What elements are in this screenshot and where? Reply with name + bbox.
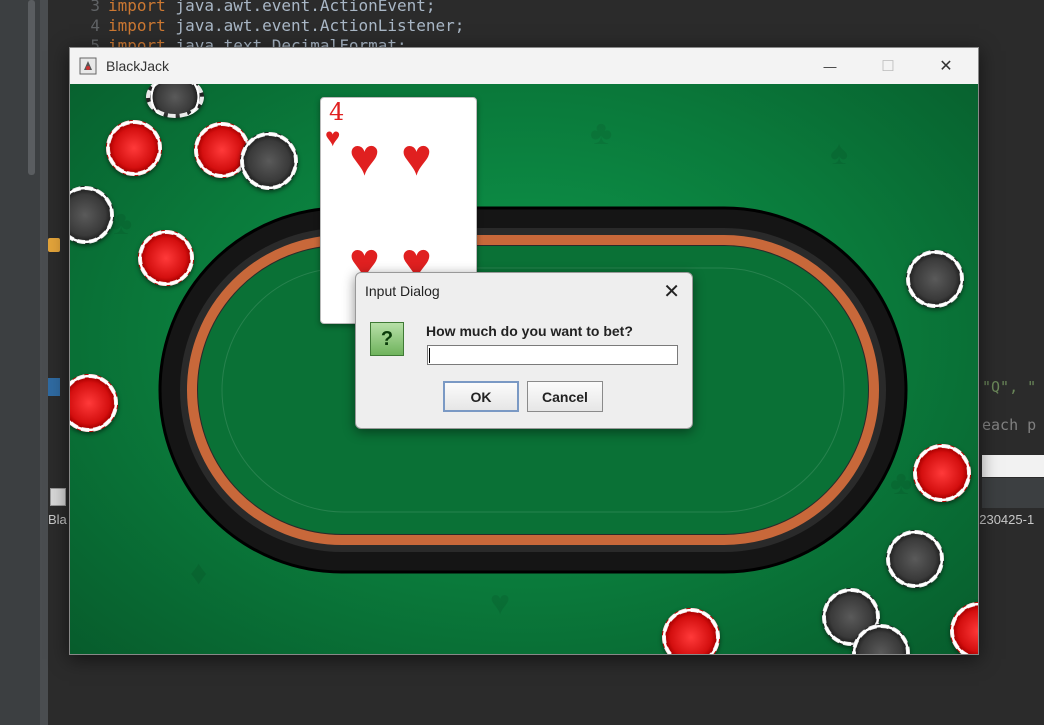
red-chip	[138, 230, 194, 286]
code-comment-fragment: each p	[982, 416, 1037, 434]
code-line-3: 3 import java.awt.event.ActionEvent;	[90, 0, 436, 15]
black-chip	[886, 530, 944, 588]
ok-button[interactable]: OK	[443, 381, 519, 412]
cancel-button[interactable]: Cancel	[527, 381, 603, 412]
red-chip	[950, 602, 978, 654]
black-chip	[146, 84, 204, 118]
felt-pattern-icon: ♠	[830, 134, 849, 172]
heart-icon: ♥	[349, 129, 380, 187]
felt-pattern-icon: ♥	[490, 584, 511, 622]
dialog-close-button[interactable]: ✕	[663, 279, 680, 304]
output-tab-label-right[interactable]: 0230425-1	[972, 512, 1034, 527]
code-line-4: 4 import java.awt.event.ActionListener;	[90, 16, 465, 35]
code-fragment: "Q", "	[982, 378, 1037, 396]
red-chip	[106, 120, 162, 176]
window-title: BlackJack	[106, 58, 170, 74]
close-icon: ✕	[939, 58, 953, 75]
text-caret	[429, 348, 430, 363]
minimize-icon: —	[823, 58, 837, 74]
red-chip	[70, 374, 118, 432]
run-output-icon[interactable]	[50, 488, 66, 506]
maximize-icon: ☐	[881, 58, 895, 75]
felt-pattern-icon: ♣	[590, 114, 613, 152]
ide-gutter	[40, 0, 48, 725]
input-dialog: Input Dialog ✕ ? How much do you want to…	[355, 272, 693, 429]
dialog-message: How much do you want to bet?	[426, 323, 633, 339]
java-app-icon	[79, 57, 97, 75]
black-chip	[240, 132, 298, 190]
close-window-button[interactable]: ✕	[917, 48, 975, 84]
black-chip	[70, 186, 114, 244]
window-titlebar[interactable]: BlackJack — ☐ ✕	[70, 48, 978, 84]
question-icon: ?	[370, 322, 404, 356]
bet-amount-input[interactable]	[427, 345, 678, 365]
maximize-button[interactable]: ☐	[859, 48, 917, 84]
ide-scrollbar[interactable]	[28, 0, 35, 175]
minimize-button[interactable]: —	[801, 48, 859, 84]
heart-icon: ♥	[325, 122, 341, 152]
file-lock-icon	[48, 238, 60, 252]
red-chip	[662, 608, 720, 654]
ide-output-tabbar	[982, 478, 1044, 508]
heart-icon: ♥	[401, 129, 432, 187]
dialog-title: Input Dialog	[365, 283, 440, 299]
line-marker-icon	[48, 378, 60, 396]
black-chip	[906, 250, 964, 308]
ide-panel-header	[982, 455, 1044, 477]
red-chip	[913, 444, 971, 502]
output-tab-label[interactable]: Bla	[48, 512, 67, 527]
